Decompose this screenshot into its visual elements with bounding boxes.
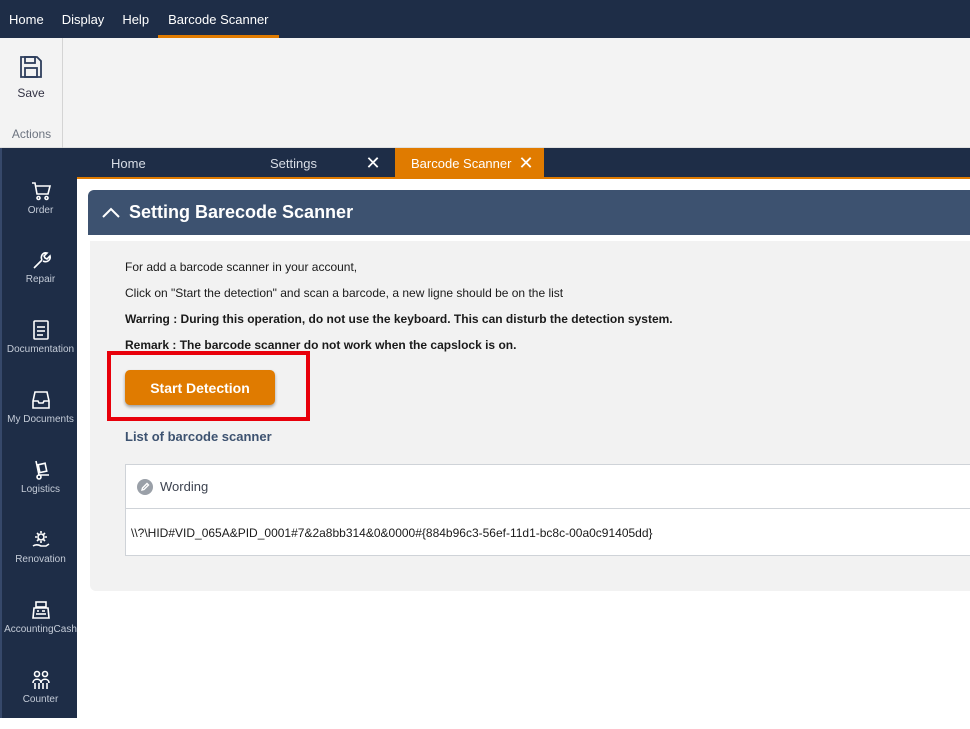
chevron-up-icon[interactable] bbox=[100, 202, 122, 224]
save-button[interactable]: Save bbox=[8, 54, 54, 110]
section-title: Setting Barecode Scanner bbox=[129, 202, 354, 222]
menu-help[interactable]: Help bbox=[113, 0, 158, 38]
remark-message: The barcode scanner do not work when the… bbox=[176, 338, 517, 352]
grid-header: Wording bbox=[126, 465, 970, 509]
table-cell-wording: \\?\HID#VID_065A&PID_0001#7&2a8bb314&0&0… bbox=[131, 526, 653, 540]
save-label: Save bbox=[17, 86, 45, 100]
menu-home[interactable]: Home bbox=[0, 0, 53, 38]
document-icon bbox=[32, 320, 49, 340]
warning-message: During this operation, do not use the ke… bbox=[177, 312, 673, 326]
nav-label: Order bbox=[27, 205, 54, 216]
pencil-icon bbox=[137, 478, 153, 495]
inbox-tray-icon bbox=[31, 391, 50, 409]
warning-text: Warring : During this operation, do not … bbox=[125, 312, 673, 326]
ribbon: Save Actions bbox=[0, 38, 970, 148]
nav-item-my-documents[interactable]: My Documents bbox=[2, 389, 79, 449]
settings-panel: For add a barcode scanner in your accoun… bbox=[90, 241, 970, 591]
table-row[interactable]: \\?\HID#VID_065A&PID_0001#7&2a8bb314&0&0… bbox=[126, 510, 970, 556]
nav-item-repair[interactable]: Repair bbox=[2, 249, 79, 309]
actions-group-label: Actions bbox=[11, 127, 52, 141]
nav-item-renovation[interactable]: Renovation bbox=[2, 529, 79, 589]
nav-label: Logistics bbox=[21, 484, 60, 495]
instruction-line-1: For add a barcode scanner in your accoun… bbox=[125, 260, 358, 274]
actions-group: Save Actions bbox=[0, 38, 63, 148]
instruction-line-2: Click on "Start the detection" and scan … bbox=[125, 286, 564, 300]
remark-label: Remark : bbox=[125, 338, 177, 352]
remark-text: Remark : The barcode scanner do not work… bbox=[125, 338, 516, 352]
start-detection-button[interactable]: Start Detection bbox=[125, 370, 275, 405]
nav-label: Counter bbox=[22, 694, 59, 705]
nav-label: Renovation bbox=[15, 554, 66, 565]
tab-settings[interactable]: Settings bbox=[270, 148, 317, 179]
nav-item-order[interactable]: Order bbox=[2, 180, 79, 240]
nav-item-counter[interactable]: Counter bbox=[2, 669, 79, 729]
nav-label: Documentation bbox=[6, 344, 75, 355]
menu-barcode-scanner[interactable]: Barcode Scanner bbox=[158, 0, 279, 38]
nav-item-documentation[interactable]: Documentation bbox=[2, 319, 79, 379]
document-tab-bar: Home Settings ✕ Barcode Scanner ✕ bbox=[77, 148, 970, 179]
tab-barcode-scanner-close-icon[interactable]: ✕ bbox=[515, 148, 537, 179]
side-navigation: Order Repair Documentation My Documents … bbox=[0, 148, 77, 718]
nav-item-logistics[interactable]: Logistics bbox=[2, 459, 79, 519]
cart-icon bbox=[31, 182, 51, 201]
tab-settings-close-icon[interactable]: ✕ bbox=[362, 148, 384, 179]
nav-item-accounting-cash[interactable]: AccountingCash bbox=[2, 599, 79, 659]
main-content: Setting Barecode Scanner For add a barco… bbox=[77, 181, 970, 718]
warning-label: Warring : bbox=[125, 312, 178, 326]
list-title: List of barcode scanner bbox=[125, 429, 272, 444]
column-header-wording[interactable]: Wording bbox=[160, 479, 208, 494]
menu-bar: Home Display Help Barcode Scanner bbox=[0, 0, 970, 38]
wrench-icon bbox=[32, 252, 51, 269]
barcode-scanner-grid: Wording \\?\HID#VID_065A&PID_0001#7&2a8b… bbox=[125, 464, 970, 556]
nav-label: My Documents bbox=[7, 414, 74, 425]
nav-label: AccountingCash bbox=[4, 624, 77, 635]
section-header: Setting Barecode Scanner bbox=[88, 190, 970, 235]
floppy-disk-icon bbox=[20, 56, 42, 78]
cash-register-icon bbox=[31, 601, 50, 619]
hand-truck-icon bbox=[34, 460, 49, 480]
gear-hand-icon bbox=[32, 531, 49, 547]
tab-home[interactable]: Home bbox=[111, 148, 146, 179]
people-icon bbox=[31, 670, 50, 689]
nav-label: Repair bbox=[25, 274, 56, 285]
menu-display[interactable]: Display bbox=[53, 0, 114, 38]
